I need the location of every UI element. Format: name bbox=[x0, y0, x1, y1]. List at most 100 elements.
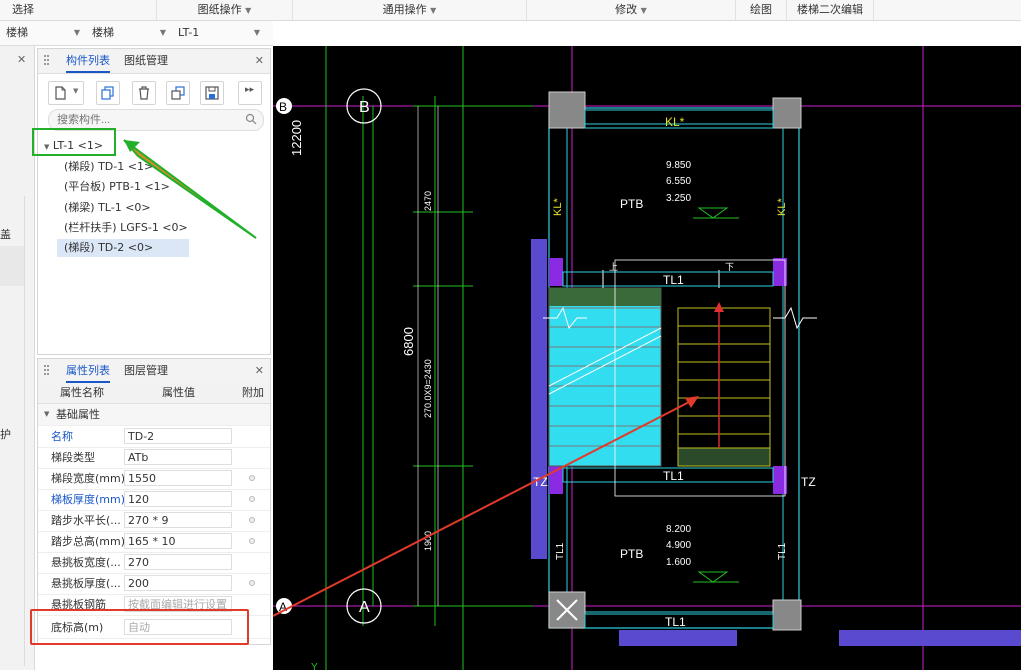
search-input[interactable] bbox=[57, 112, 237, 128]
property-row-type: 梯段类型 ATb bbox=[38, 447, 270, 469]
cad-drawing: 12200 6800 2470 270.0X9=2430 1900 B A B … bbox=[273, 46, 1021, 670]
beam-label: KL* bbox=[776, 198, 788, 216]
axis-b-label: B bbox=[359, 99, 370, 116]
cad-drawing-canvas[interactable]: 12200 6800 2470 270.0X9=2430 1900 B A B … bbox=[273, 46, 1021, 670]
group-label: 基础属性 bbox=[56, 408, 100, 421]
copy-component-button[interactable] bbox=[96, 81, 120, 105]
tab-property-list[interactable]: 属性列表 bbox=[66, 359, 110, 383]
more-tools-button[interactable]: ▸▸ bbox=[238, 81, 262, 105]
save-icon bbox=[205, 86, 219, 100]
red-arrow-annotation bbox=[273, 399, 694, 617]
property-value-input[interactable]: 270 * 9 bbox=[124, 512, 232, 528]
ribbon-group-stair-edit[interactable]: 楼梯二次编辑 bbox=[787, 0, 874, 20]
stair-beam-label: TL1 bbox=[663, 273, 684, 287]
chevron-down-icon: ▼ bbox=[44, 410, 50, 418]
tab-layer-management[interactable]: 图层管理 bbox=[124, 359, 168, 383]
elevation-text: 3.250 bbox=[666, 193, 691, 204]
dim-stairs-label: 270.0X9=2430 bbox=[423, 359, 433, 418]
filter-type-select[interactable]: 楼梯 ▼ bbox=[92, 24, 168, 42]
property-group-row[interactable]: ▼ 基础属性 bbox=[38, 404, 270, 426]
caret-down-icon: ▼ bbox=[640, 6, 647, 15]
beam-label: KL* bbox=[552, 198, 564, 216]
close-icon[interactable]: ✕ bbox=[255, 49, 264, 73]
extra-checkbox[interactable] bbox=[249, 517, 255, 523]
search-icon[interactable] bbox=[245, 113, 257, 125]
stair-tread-lines bbox=[678, 325, 770, 435]
property-value-input[interactable]: 200 bbox=[124, 575, 232, 591]
new-file-icon bbox=[55, 86, 66, 100]
green-highlight-box bbox=[32, 128, 116, 156]
arrow-up-icon bbox=[714, 302, 724, 312]
stair-hatch bbox=[549, 288, 661, 306]
strip-text: 盖 bbox=[0, 228, 11, 241]
property-name: 梯段类型 bbox=[51, 451, 95, 464]
close-icon[interactable]: ✕ bbox=[255, 359, 264, 383]
caret-down-icon: ▼ bbox=[253, 28, 260, 37]
caret-down-icon: ▼ bbox=[73, 28, 80, 37]
draw-label: 绘图 bbox=[750, 3, 772, 16]
axis-y-marker: Y bbox=[311, 662, 318, 670]
filter-bar: 楼梯 ▼ 楼梯 ▼ LT-1 ▼ bbox=[0, 21, 273, 46]
property-name: 踏步总高(mm) bbox=[51, 535, 125, 548]
ribbon-group-draw[interactable]: 绘图 bbox=[736, 0, 787, 20]
copy-icon bbox=[101, 86, 114, 100]
modify-label: 修改 bbox=[615, 3, 638, 16]
elevation-text: 4.900 bbox=[666, 540, 691, 551]
elevation-text: 1.600 bbox=[666, 557, 691, 568]
extra-checkbox[interactable] bbox=[249, 538, 255, 544]
column-tz bbox=[549, 258, 563, 286]
trash-icon bbox=[139, 86, 149, 100]
property-value-input[interactable]: 165 * 10 bbox=[124, 533, 232, 549]
corner-column bbox=[772, 97, 802, 129]
tab-drawing-management[interactable]: 图纸管理 bbox=[124, 49, 168, 73]
up-label: 上 bbox=[609, 262, 618, 272]
double-chevron-right-icon: ▸▸ bbox=[245, 85, 255, 95]
ribbon-group-modify[interactable]: 修改 ▼ bbox=[527, 0, 736, 20]
property-value-input[interactable]: ATb bbox=[124, 449, 232, 465]
stair-edit-label: 楼梯二次编辑 bbox=[797, 3, 863, 16]
property-value-input[interactable]: 120 bbox=[124, 491, 232, 507]
close-icon[interactable]: ✕ bbox=[17, 53, 26, 66]
elevation-text: 8.200 bbox=[666, 524, 691, 535]
property-row-thickness: 梯板厚度(mm) 120 bbox=[38, 489, 270, 511]
drawing-ops-label: 图纸操作 bbox=[197, 3, 242, 16]
extra-checkbox[interactable] bbox=[249, 496, 255, 502]
elevation-text: 9.850 bbox=[666, 160, 691, 171]
filter-floor-select[interactable]: 楼梯 ▼ bbox=[6, 24, 82, 42]
dim-total-label: 12200 bbox=[289, 120, 304, 156]
property-name: 梯板厚度(mm) bbox=[51, 493, 125, 506]
wall-bar bbox=[531, 239, 547, 559]
property-value-input[interactable]: 1550 bbox=[124, 470, 232, 486]
ribbon-group-drawing-ops[interactable]: 图纸操作 ▼ bbox=[157, 0, 293, 20]
property-value-input[interactable]: TD-2 bbox=[124, 428, 232, 444]
property-list-panel: 属性列表 图层管理 ✕ 属性名称 属性值 附加 ▼ 基础属性 名称 TD-2 梯… bbox=[37, 358, 271, 645]
red-highlight-box bbox=[30, 609, 249, 645]
property-row-cantilever-width: 悬挑板宽度(... 270 bbox=[38, 552, 270, 574]
drag-grip-icon[interactable] bbox=[44, 55, 50, 67]
left-collapsed-panel: ✕ 盖 护 bbox=[0, 46, 35, 670]
caret-down-icon: ▼ bbox=[245, 6, 252, 15]
delete-component-button[interactable] bbox=[132, 81, 156, 105]
drag-grip-icon[interactable] bbox=[44, 365, 50, 377]
platform-label: PTB bbox=[620, 547, 643, 561]
stair-flight bbox=[677, 307, 771, 449]
filter-component-select[interactable]: LT-1 ▼ bbox=[178, 24, 262, 42]
copy-to-floor-button[interactable] bbox=[166, 81, 190, 105]
ribbon-group-select[interactable]: 选择 bbox=[0, 0, 157, 20]
column-label: TZ bbox=[801, 475, 816, 489]
extra-checkbox[interactable] bbox=[249, 475, 255, 481]
green-arrow-annotation bbox=[123, 139, 257, 239]
property-value-input[interactable]: 270 bbox=[124, 554, 232, 570]
extra-checkbox[interactable] bbox=[249, 580, 255, 586]
property-row-riser: 踏步总高(mm) 165 * 10 bbox=[38, 531, 270, 553]
new-component-button[interactable]: ▼ bbox=[48, 81, 84, 105]
property-name: 踏步水平长(... bbox=[51, 514, 121, 527]
property-name: 梯段宽度(mm) bbox=[51, 472, 125, 485]
save-component-button[interactable] bbox=[200, 81, 224, 105]
property-row-width: 梯段宽度(mm) 1550 bbox=[38, 468, 270, 490]
strip-divider bbox=[24, 196, 25, 666]
tab-component-list[interactable]: 构件列表 bbox=[66, 49, 110, 73]
ribbon-group-common-ops[interactable]: 通用操作 ▼ bbox=[293, 0, 527, 20]
layers-copy-icon bbox=[171, 86, 185, 100]
common-ops-label: 通用操作 bbox=[382, 3, 427, 16]
